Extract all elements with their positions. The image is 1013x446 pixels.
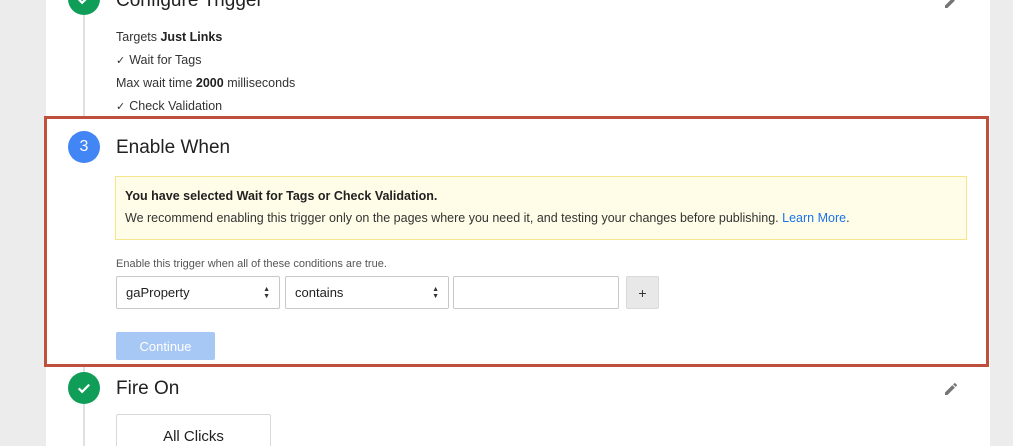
operator-select[interactable]: contains ▲ ▼ <box>285 276 449 309</box>
max-wait-suffix: milliseconds <box>227 76 296 90</box>
targets-value: Just Links <box>160 30 223 44</box>
enable-when-title: Enable When <box>116 137 231 158</box>
step-number-badge: 3 <box>68 131 100 163</box>
pencil-icon[interactable] <box>943 0 959 10</box>
configure-trigger-title: Configure Trigger <box>116 0 263 11</box>
wait-for-tags-label: Wait for Tags <box>129 53 202 67</box>
step-complete-check-icon <box>68 372 100 404</box>
conditions-label: Enable this trigger when all of these co… <box>116 258 387 270</box>
variable-select-value: gaProperty <box>126 285 190 300</box>
targets-prefix: Targets <box>116 30 157 44</box>
max-wait-value: 2000 <box>195 76 224 90</box>
continue-button[interactable]: Continue <box>116 332 215 360</box>
max-wait-summary: Max wait time 2000 milliseconds <box>116 76 295 90</box>
check-validation-label: Check Validation <box>129 99 223 113</box>
operator-select-value: contains <box>295 285 344 300</box>
variable-select[interactable]: gaProperty ▲ ▼ <box>116 276 280 309</box>
condition-value-input[interactable] <box>453 276 619 309</box>
check-icon <box>77 383 91 394</box>
notice-title: You have selected Wait for Tags or Check… <box>125 189 438 203</box>
checkmark-icon: ✓ <box>116 55 126 67</box>
notice-text: We recommend enabling this trigger only … <box>125 211 779 225</box>
check-icon <box>77 0 87 5</box>
check-validation-summary: ✓ Check Validation <box>116 99 222 113</box>
fire-on-title: Fire On <box>116 378 180 399</box>
pencil-icon[interactable] <box>943 381 959 397</box>
learn-more-link[interactable]: Learn More <box>782 211 846 225</box>
updown-arrows-icon: ▲ ▼ <box>432 285 439 300</box>
max-wait-prefix: Max wait time <box>116 76 193 90</box>
targets-summary: Targets Just Links <box>116 30 222 44</box>
checkmark-icon: ✓ <box>116 101 126 113</box>
validation-notice: You have selected Wait for Tags or Check… <box>115 176 967 240</box>
updown-arrows-icon: ▲ ▼ <box>263 285 270 300</box>
wait-for-tags-summary: ✓ Wait for Tags <box>116 53 201 67</box>
all-clicks-option[interactable]: All Clicks <box>116 414 271 446</box>
notice-body: We recommend enabling this trigger only … <box>125 211 957 225</box>
add-condition-button[interactable]: + <box>626 276 659 309</box>
notice-link-suffix: . <box>846 211 850 225</box>
